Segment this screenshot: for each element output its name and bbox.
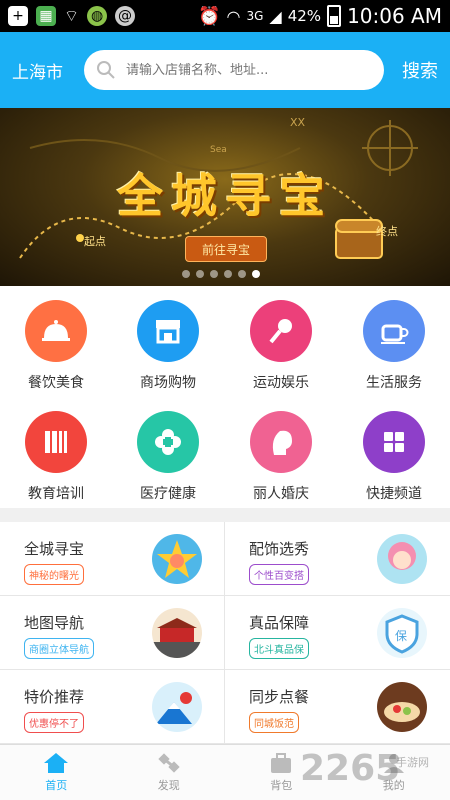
app-icon: ▦ bbox=[36, 6, 56, 26]
svg-text:XX: XX bbox=[290, 116, 306, 129]
medical-cross-icon bbox=[137, 411, 199, 473]
search-icon bbox=[97, 61, 115, 79]
feature-tag: 同城饭范 bbox=[249, 712, 299, 733]
globe-icon: ◍ bbox=[87, 6, 108, 26]
category-education[interactable]: 教育培训 bbox=[0, 397, 112, 508]
star-mascot-image bbox=[152, 534, 202, 584]
wifi-icon: ◠ bbox=[226, 6, 241, 26]
feature-special-offer[interactable]: 特价推荐 优惠停不了 bbox=[0, 670, 225, 744]
svg-text:Sea: Sea bbox=[210, 145, 227, 155]
feature-treasure-hunt[interactable]: 全城寻宝 神秘的曙光 bbox=[0, 522, 225, 596]
category-medical[interactable]: 医疗健康 bbox=[112, 397, 224, 508]
banner-start-label: 起点 bbox=[84, 235, 106, 248]
search-input[interactable] bbox=[126, 62, 372, 78]
category-label: 商场购物 bbox=[140, 375, 196, 391]
feature-title: 配饰选秀 bbox=[249, 540, 310, 558]
banner[interactable]: XX Sea 全城寻宝 前往寻宝 起点 终点 bbox=[0, 108, 450, 286]
carousel-dot[interactable] bbox=[182, 270, 190, 278]
feature-tag: 优惠停不了 bbox=[24, 712, 84, 733]
category-beauty-wedding[interactable]: 丽人婚庆 bbox=[225, 397, 337, 508]
watermark-subtitle: 手游网 bbox=[396, 756, 429, 769]
category-quick-channel[interactable]: 快捷频道 bbox=[338, 397, 450, 508]
food-dish-image bbox=[377, 682, 427, 732]
banner-end-label: 终点 bbox=[376, 225, 398, 238]
mount-fuji-image bbox=[152, 682, 202, 732]
category-grid: 餐饮美食 商场购物 运动娱乐 生活服务 教育培训 医疗健康 丽人婚庆 快捷频道 bbox=[0, 286, 450, 508]
svg-text:保: 保 bbox=[395, 629, 407, 643]
food-cloche-icon bbox=[25, 300, 87, 362]
settings-icon: @ bbox=[115, 6, 136, 26]
home-icon bbox=[44, 753, 69, 773]
section-divider bbox=[0, 508, 450, 522]
search-button[interactable]: 搜索 bbox=[402, 57, 438, 83]
feature-map-navigation[interactable]: 地图导航 商圈立体导航 bbox=[0, 596, 225, 670]
battery-percent: 42% bbox=[287, 7, 322, 25]
feature-title: 特价推荐 bbox=[24, 688, 85, 706]
category-label: 快捷频道 bbox=[366, 486, 422, 502]
tiananmen-image bbox=[152, 608, 202, 658]
nav-discover[interactable]: 发现 bbox=[113, 745, 226, 800]
network-type: 3G bbox=[246, 9, 264, 23]
banner-title: 全城寻宝 bbox=[117, 169, 333, 223]
feature-title: 全城寻宝 bbox=[24, 540, 85, 558]
category-sports[interactable]: 运动娱乐 bbox=[225, 286, 337, 397]
watermark-logo: 2265 bbox=[300, 748, 401, 789]
search-box[interactable] bbox=[84, 50, 384, 90]
feature-title: 同步点餐 bbox=[249, 688, 310, 706]
status-bar: + ▦ ⌔ ◍ @ ⏰ ◠ 3G ◢ 42% 10:06 AM bbox=[0, 0, 450, 32]
clock: 10:06 AM bbox=[347, 4, 442, 28]
bag-icon bbox=[271, 753, 292, 773]
feature-tag: 北斗真品保 bbox=[249, 638, 309, 659]
header: 上海市 搜索 bbox=[0, 32, 450, 108]
city-selector[interactable]: 上海市 bbox=[12, 58, 72, 83]
carousel-dot[interactable] bbox=[252, 270, 260, 278]
coffee-cup-icon bbox=[363, 300, 425, 362]
feature-title: 真品保障 bbox=[249, 614, 310, 632]
carousel-dots[interactable] bbox=[182, 270, 260, 278]
feature-list: 全城寻宝 神秘的曙光 配饰选秀 个性百变搭 地图导航 商圈立体导航 真品保障 北… bbox=[0, 522, 450, 744]
girl-portrait-image bbox=[377, 534, 427, 584]
feature-sync-order[interactable]: 同步点餐 同城饭范 bbox=[225, 670, 450, 744]
books-icon bbox=[25, 411, 87, 473]
carousel-dot[interactable] bbox=[210, 270, 218, 278]
shield-icon: 保 bbox=[377, 608, 427, 658]
microphone-icon bbox=[250, 300, 312, 362]
nav-label: 首页 bbox=[45, 779, 68, 792]
feature-tag: 商圈立体导航 bbox=[24, 638, 94, 659]
category-life-service[interactable]: 生活服务 bbox=[338, 286, 450, 397]
feature-authentic-guarantee[interactable]: 真品保障 北斗真品保 保 bbox=[225, 596, 450, 670]
carousel-dot[interactable] bbox=[196, 270, 204, 278]
store-icon bbox=[137, 300, 199, 362]
feature-tag: 个性百变搭 bbox=[249, 564, 309, 585]
carousel-dot[interactable] bbox=[224, 270, 232, 278]
nav-label: 背包 bbox=[270, 779, 293, 792]
battery-icon bbox=[327, 5, 342, 27]
grid-icon bbox=[363, 411, 425, 473]
category-label: 生活服务 bbox=[366, 375, 422, 391]
feature-tag: 神秘的曙光 bbox=[24, 564, 84, 585]
woman-profile-icon bbox=[250, 411, 312, 473]
satellite-icon bbox=[158, 753, 180, 773]
carousel-dot[interactable] bbox=[238, 270, 246, 278]
add-icon: + bbox=[8, 6, 28, 26]
nav-label: 发现 bbox=[157, 779, 180, 792]
category-label: 运动娱乐 bbox=[253, 375, 309, 391]
banner-go-button[interactable]: 前往寻宝 bbox=[185, 236, 267, 262]
category-label: 医疗健康 bbox=[140, 486, 196, 502]
signal-icon: ◢ bbox=[269, 6, 282, 26]
category-label: 丽人婚庆 bbox=[253, 486, 309, 502]
wifi-question-icon: ⌔ bbox=[64, 6, 80, 25]
feature-accessories[interactable]: 配饰选秀 个性百变搭 bbox=[225, 522, 450, 596]
category-label: 教育培训 bbox=[28, 486, 84, 502]
category-label: 餐饮美食 bbox=[28, 375, 84, 391]
feature-title: 地图导航 bbox=[24, 614, 85, 632]
alarm-icon: ⏰ bbox=[198, 5, 221, 27]
category-shopping[interactable]: 商场购物 bbox=[112, 286, 224, 397]
category-food[interactable]: 餐饮美食 bbox=[0, 286, 112, 397]
nav-home[interactable]: 首页 bbox=[0, 745, 113, 800]
